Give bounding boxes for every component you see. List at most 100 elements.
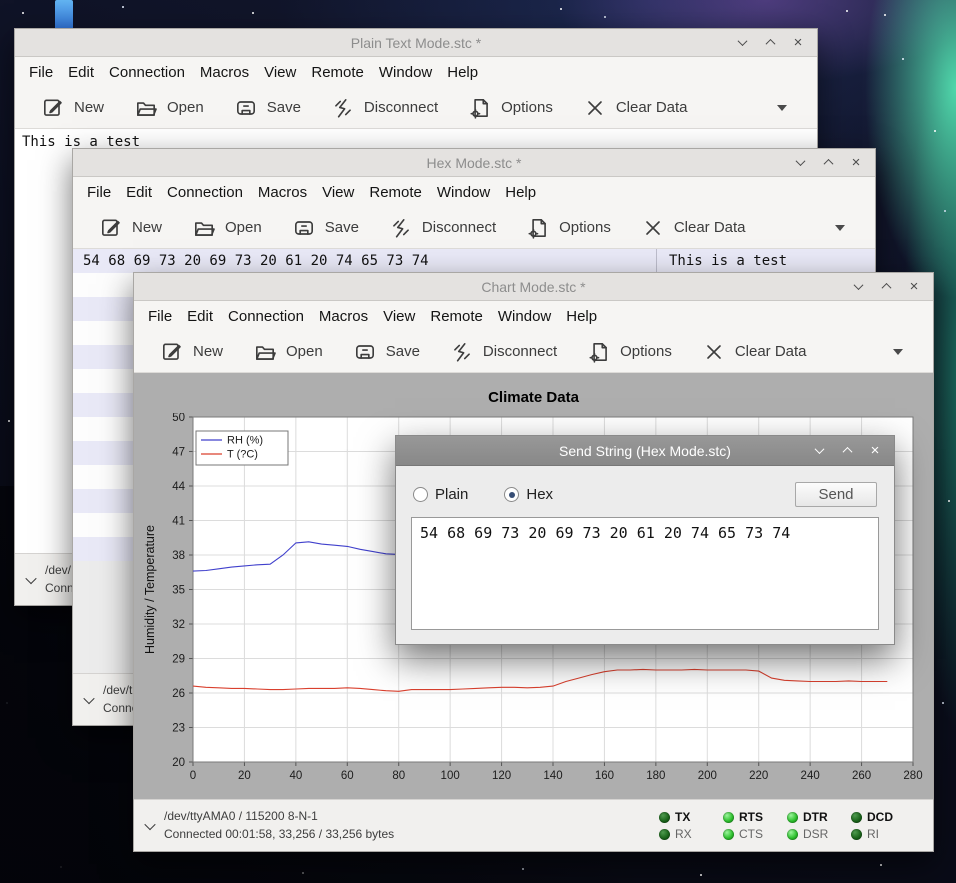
toolbar: New Open Save Disconnect Options Clear Data xyxy=(73,207,875,249)
menu-remote[interactable]: Remote xyxy=(369,184,422,201)
menu-remote[interactable]: Remote xyxy=(311,64,364,81)
send-text-input[interactable]: 54 68 69 73 20 69 73 20 61 20 74 65 73 7… xyxy=(411,517,879,630)
hex-row[interactable]: 54 68 69 73 20 69 73 20 61 20 74 65 73 7… xyxy=(73,249,875,273)
maximize-icon[interactable] xyxy=(840,444,854,458)
window-title: Plain Text Mode.stc * xyxy=(351,35,481,51)
toolbar-button-clear-data[interactable]: Clear Data xyxy=(702,340,807,364)
toolbar-button-disconnect[interactable]: Disconnect xyxy=(331,96,438,120)
toolbar-button-open[interactable]: Open xyxy=(192,216,262,240)
maximize-icon[interactable] xyxy=(821,156,835,170)
toolbar-button-save[interactable]: Save xyxy=(234,96,301,120)
toolbar-overflow-icon[interactable] xyxy=(835,225,845,231)
menu-connection[interactable]: Connection xyxy=(109,64,185,81)
send-string-dialog: Send String (Hex Mode.stc) × Plain Hex S… xyxy=(395,435,895,645)
menu-window[interactable]: Window xyxy=(437,184,490,201)
toolbar-button-new[interactable]: New xyxy=(41,96,104,120)
svg-text:T (?C): T (?C) xyxy=(227,449,258,461)
chevron-down-icon[interactable] xyxy=(25,572,36,583)
ascii-cell: This is a test xyxy=(657,249,875,273)
toolbar-button-save[interactable]: Save xyxy=(292,216,359,240)
toolbar-button-clear-data[interactable]: Clear Data xyxy=(641,216,746,240)
clear-data-icon xyxy=(702,340,726,364)
menu-file[interactable]: File xyxy=(29,64,53,81)
led-indicator-icon xyxy=(851,812,862,823)
maximize-icon[interactable] xyxy=(879,280,893,294)
open-folder-icon xyxy=(253,340,277,364)
svg-text:23: 23 xyxy=(172,723,185,735)
toolbar-button-disconnect[interactable]: Disconnect xyxy=(450,340,557,364)
menu-window[interactable]: Window xyxy=(498,308,551,325)
svg-text:200: 200 xyxy=(698,770,717,782)
close-icon[interactable]: × xyxy=(907,280,921,294)
menu-edit[interactable]: Edit xyxy=(126,184,152,201)
menu-bar: File Edit Connection Macros View Remote Window… xyxy=(15,57,817,87)
options-icon xyxy=(468,96,492,120)
radio-hex[interactable]: Hex xyxy=(504,486,553,503)
minimize-icon[interactable] xyxy=(735,36,749,50)
svg-text:38: 38 xyxy=(172,550,185,562)
toolbar-button-options[interactable]: Options xyxy=(526,216,611,240)
toolbar-button-new[interactable]: New xyxy=(160,340,223,364)
svg-text:140: 140 xyxy=(543,770,562,782)
close-icon[interactable]: × xyxy=(849,156,863,170)
toolbar-button-disconnect[interactable]: Disconnect xyxy=(389,216,496,240)
toolbar-label: Disconnect xyxy=(364,99,438,116)
led-label: DSR xyxy=(803,827,828,841)
menu-file[interactable]: File xyxy=(148,308,172,325)
menu-edit[interactable]: Edit xyxy=(68,64,94,81)
toolbar-label: Disconnect xyxy=(483,343,557,360)
menu-file[interactable]: File xyxy=(87,184,111,201)
menu-help[interactable]: Help xyxy=(505,184,536,201)
maximize-icon[interactable] xyxy=(763,36,777,50)
menu-help[interactable]: Help xyxy=(566,308,597,325)
disconnect-icon xyxy=(331,96,355,120)
toolbar-overflow-icon[interactable] xyxy=(777,105,787,111)
menu-view[interactable]: View xyxy=(264,64,296,81)
clear-data-icon xyxy=(583,96,607,120)
titlebar[interactable]: Plain Text Mode.stc * × xyxy=(15,29,817,57)
send-button[interactable]: Send xyxy=(795,482,877,507)
titlebar[interactable]: Hex Mode.stc * × xyxy=(73,149,875,177)
close-icon[interactable]: × xyxy=(791,36,805,50)
menu-macros[interactable]: Macros xyxy=(319,308,368,325)
minimize-icon[interactable] xyxy=(851,280,865,294)
signal-led-panel: TXRXRTSCTSDTRDSRDCDRI xyxy=(659,810,897,841)
titlebar[interactable]: Send String (Hex Mode.stc) × xyxy=(396,436,894,466)
chevron-down-icon[interactable] xyxy=(83,692,94,703)
menu-help[interactable]: Help xyxy=(447,64,478,81)
options-icon xyxy=(587,340,611,364)
chevron-down-icon[interactable] xyxy=(144,818,155,829)
menu-connection[interactable]: Connection xyxy=(228,308,304,325)
toolbar-button-open[interactable]: Open xyxy=(134,96,204,120)
menu-remote[interactable]: Remote xyxy=(430,308,483,325)
titlebar[interactable]: Chart Mode.stc * × xyxy=(134,273,933,301)
menu-macros[interactable]: Macros xyxy=(200,64,249,81)
toolbar-button-open[interactable]: Open xyxy=(253,340,323,364)
menu-connection[interactable]: Connection xyxy=(167,184,243,201)
save-icon xyxy=(234,96,258,120)
dialog-title: Send String (Hex Mode.stc) xyxy=(559,443,731,459)
toolbar-button-options[interactable]: Options xyxy=(468,96,553,120)
led-indicator-icon xyxy=(851,829,862,840)
minimize-icon[interactable] xyxy=(793,156,807,170)
toolbar-button-clear-data[interactable]: Clear Data xyxy=(583,96,688,120)
radio-plain[interactable]: Plain xyxy=(413,486,468,503)
menu-window[interactable]: Window xyxy=(379,64,432,81)
menu-macros[interactable]: Macros xyxy=(258,184,307,201)
dialog-body: Plain Hex Send 54 68 69 73 20 69 73 20 6… xyxy=(396,466,894,644)
svg-text:40: 40 xyxy=(289,770,302,782)
menu-edit[interactable]: Edit xyxy=(187,308,213,325)
toolbar-button-new[interactable]: New xyxy=(99,216,162,240)
svg-text:180: 180 xyxy=(646,770,665,782)
toolbar-button-options[interactable]: Options xyxy=(587,340,672,364)
menu-view[interactable]: View xyxy=(383,308,415,325)
menu-view[interactable]: View xyxy=(322,184,354,201)
minimize-icon[interactable] xyxy=(812,444,826,458)
svg-text:32: 32 xyxy=(172,619,185,631)
close-icon[interactable]: × xyxy=(868,444,882,458)
toolbar-overflow-icon[interactable] xyxy=(893,349,903,355)
led-rx: RX xyxy=(659,827,705,841)
led-rts: RTS xyxy=(723,810,769,824)
chart-title: Climate Data xyxy=(134,373,933,413)
toolbar-button-save[interactable]: Save xyxy=(353,340,420,364)
